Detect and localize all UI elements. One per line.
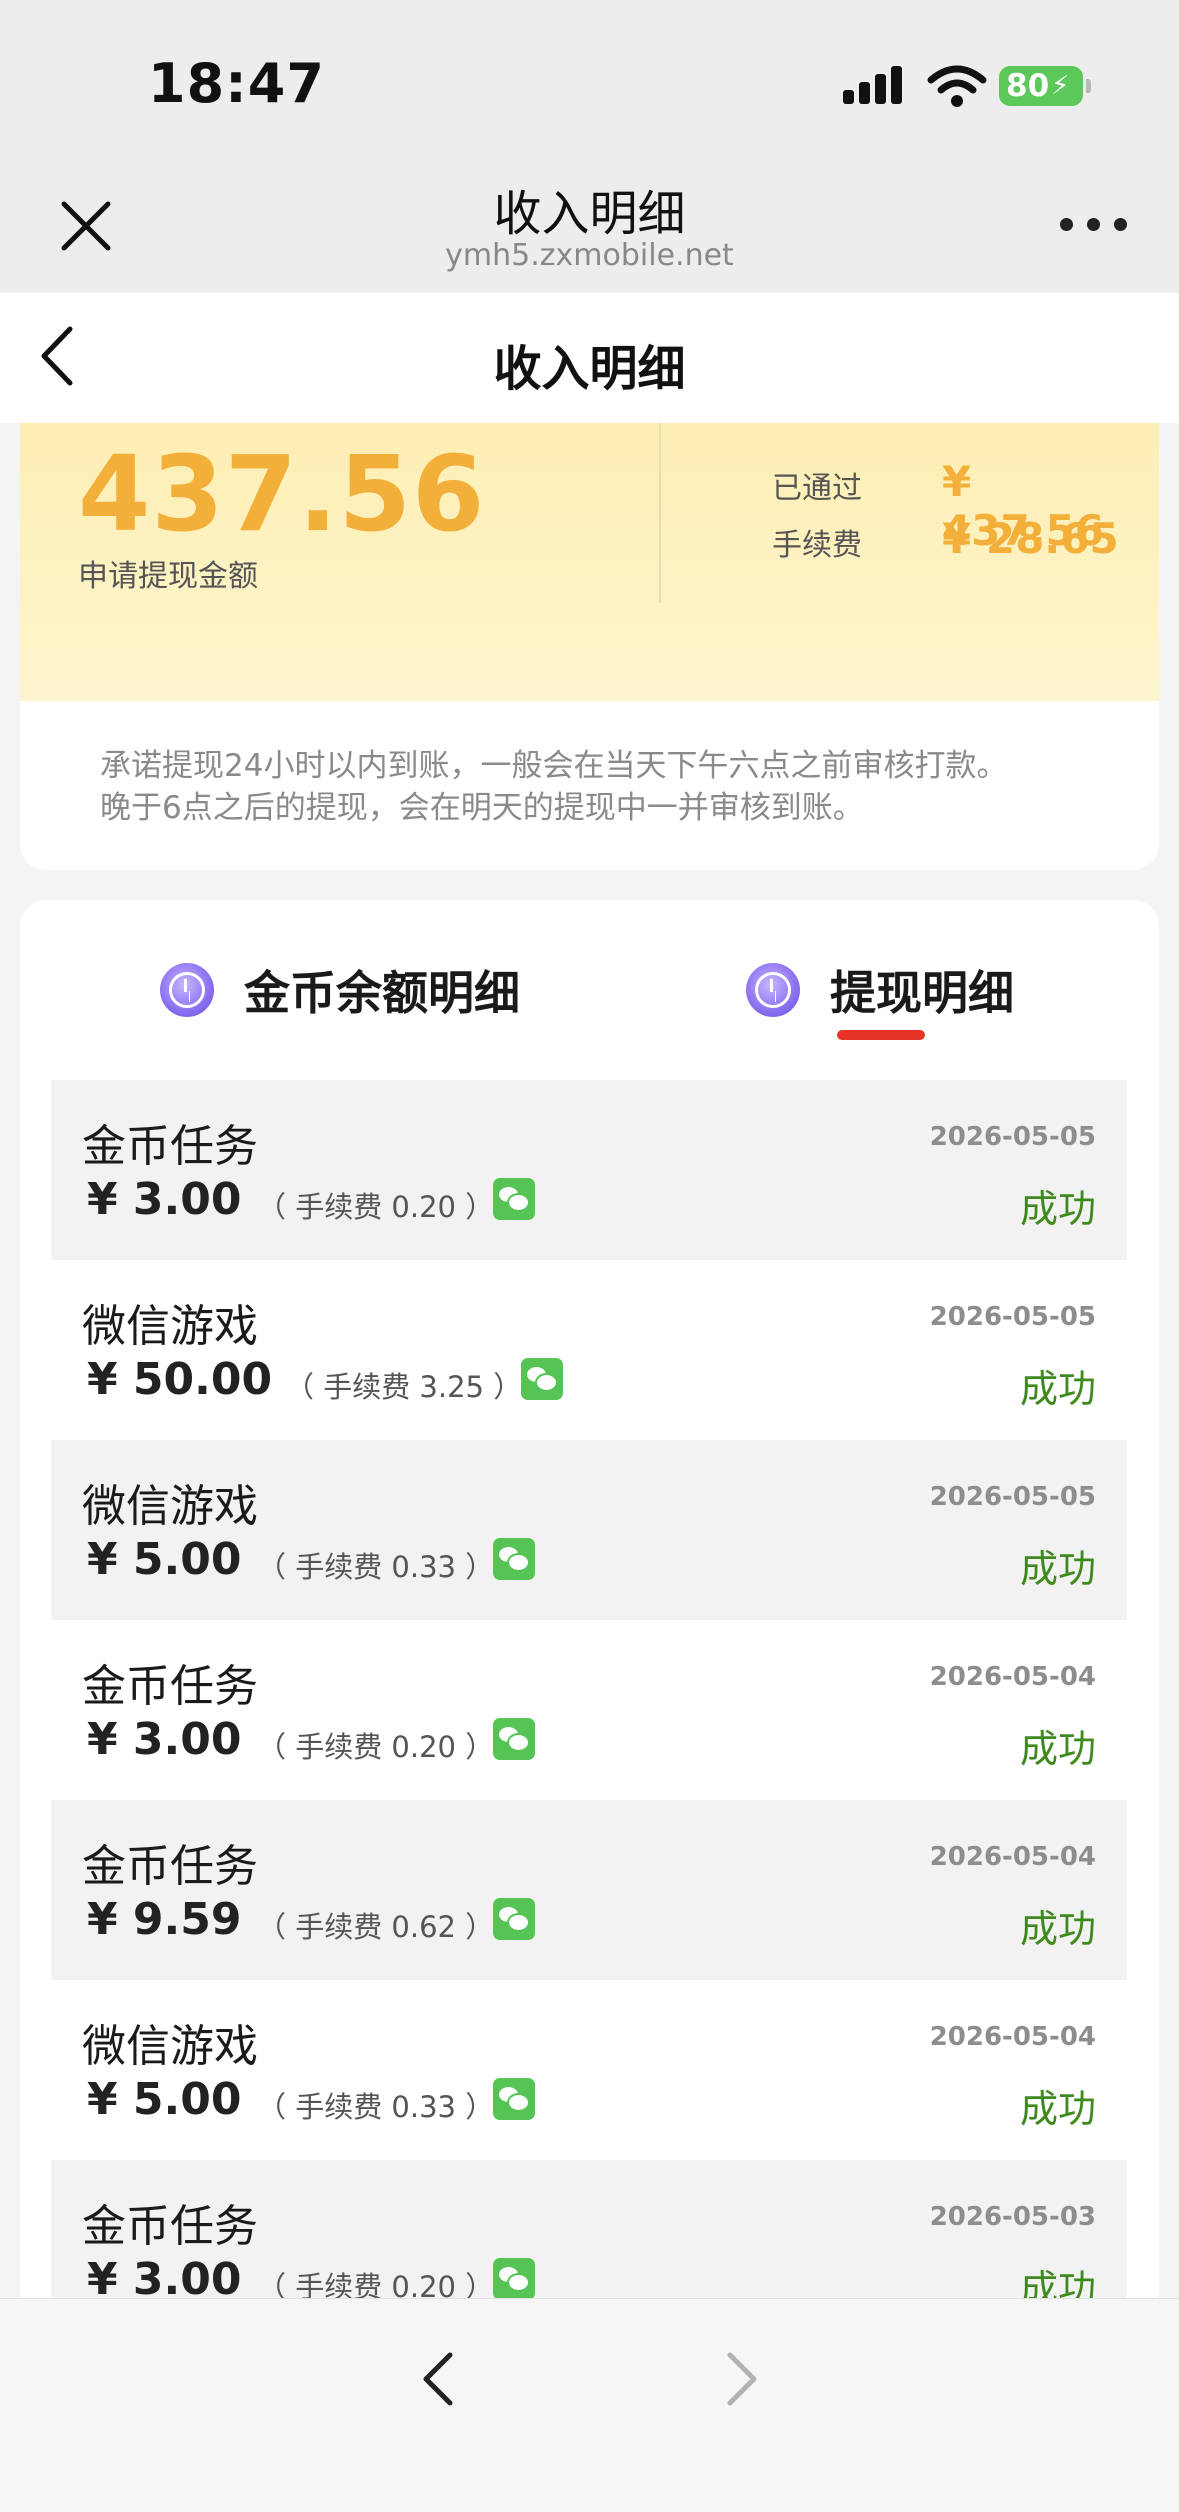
clock-icon (160, 963, 214, 1017)
fee-stat: 手续费 ¥ 28.65 (772, 514, 1132, 564)
withdraw-amount: 437.56 (78, 433, 486, 555)
approved-label: 已通过 (772, 471, 862, 506)
summary-card: 437.56 申请提现金额 已通过 ¥ 437.56 手续费 ¥ 28.65 承… (20, 423, 1159, 870)
tx-status: 成功 (1019, 2267, 1096, 2298)
fee-value: ¥ 28.65 (942, 514, 1119, 563)
tx-date: 2026-05-04 (929, 1662, 1096, 1692)
wechat-icon (493, 1718, 535, 1760)
tx-status: 成功 (1019, 2087, 1096, 2131)
list-item[interactable]: 金币任务 ¥ 3.00 （ 手续费 0.20 ） 2026-05-05 成功 (51, 1080, 1127, 1260)
content: 437.56 申请提现金额 已通过 ¥ 437.56 手续费 ¥ 28.65 承… (0, 423, 1179, 2298)
tx-date: 2026-05-05 (929, 1302, 1096, 1332)
tx-fee: （ 手续费 3.25 ） (285, 1370, 523, 1404)
wechat-icon (493, 1178, 535, 1220)
approved-stat: 已通过 ¥ 437.56 (772, 457, 1132, 555)
list-card: 金币余额明细 提现明细 金币任务 ¥ 3.00 （ 手续费 0.20 ） 202… (20, 900, 1159, 2298)
tx-date: 2026-05-05 (929, 1482, 1096, 1512)
tx-title: 金币任务 (82, 1661, 258, 1712)
page-header: 收入明细 (0, 293, 1179, 423)
tx-amount: ¥ 5.00 (87, 2074, 242, 2125)
tx-status: 成功 (1019, 1547, 1096, 1591)
notice-line-2: 晚于6点之后的提现，会在明天的提现中一并审核到账。 (100, 790, 864, 826)
browser-title: 收入明细 (493, 186, 686, 242)
transaction-list: 金币任务 ¥ 3.00 （ 手续费 0.20 ） 2026-05-05 成功 微… (51, 1080, 1127, 2298)
tx-fee: （ 手续费 0.20 ） (257, 1730, 495, 1764)
battery-icon: 80 ⚡ (999, 66, 1091, 106)
tx-fee: （ 手续费 0.33 ） (257, 1550, 495, 1584)
page-title: 收入明细 (493, 341, 686, 397)
status-bar: 18:47 80 ⚡ (0, 0, 1179, 160)
tx-date: 2026-05-04 (929, 1842, 1096, 1872)
tx-amount: ¥ 9.59 (87, 1894, 242, 1945)
fee-label: 手续费 (772, 528, 862, 563)
list-item[interactable]: 金币任务 ¥ 3.00 （ 手续费 0.20 ） 2026-05-03 成功 (51, 2160, 1127, 2298)
battery-level: 80 (1006, 68, 1050, 104)
more-icon[interactable] (1060, 218, 1130, 234)
withdraw-amount-label: 申请提现金额 (78, 559, 258, 594)
list-item[interactable]: 微信游戏 ¥ 50.00 （ 手续费 3.25 ） 2026-05-05 成功 (51, 1260, 1127, 1440)
tx-date: 2026-05-05 (929, 1122, 1096, 1152)
tx-title: 微信游戏 (82, 1301, 258, 1352)
tx-status: 成功 (1019, 1187, 1096, 1231)
tx-status: 成功 (1019, 1907, 1096, 1951)
wifi-icon (927, 65, 987, 107)
browser-url: ymh5.zxmobile.net (445, 238, 734, 273)
tx-status: 成功 (1019, 1727, 1096, 1771)
tx-fee: （ 手续费 0.62 ） (257, 1910, 495, 1944)
wechat-icon (493, 1538, 535, 1580)
tx-amount: ¥ 3.00 (87, 2254, 242, 2298)
tx-title: 金币任务 (82, 2201, 258, 2252)
list-item[interactable]: 微信游戏 ¥ 5.00 （ 手续费 0.33 ） 2026-05-05 成功 (51, 1440, 1127, 1620)
tx-amount: ¥ 5.00 (87, 1534, 242, 1585)
signal-icon (843, 64, 905, 108)
status-time: 18:47 (148, 52, 325, 115)
tx-date: 2026-05-03 (929, 2202, 1096, 2232)
tab-label: 金币余额明细 (244, 966, 520, 1020)
wechat-icon (493, 2258, 535, 2298)
tx-fee: （ 手续费 0.33 ） (257, 2090, 495, 2124)
wechat-icon (521, 1358, 563, 1400)
tx-title: 金币任务 (82, 1841, 258, 1892)
bottom-toolbar (0, 2298, 1179, 2512)
tx-title: 金币任务 (82, 1121, 258, 1172)
clock-icon (746, 963, 800, 1017)
tx-title: 微信游戏 (82, 2021, 258, 2072)
wechat-icon (493, 1898, 535, 1940)
active-tab-indicator (837, 1030, 925, 1040)
summary-divider (659, 423, 661, 603)
list-item[interactable]: 金币任务 ¥ 9.59 （ 手续费 0.62 ） 2026-05-04 成功 (51, 1800, 1127, 1980)
list-item[interactable]: 金币任务 ¥ 3.00 （ 手续费 0.20 ） 2026-05-04 成功 (51, 1620, 1127, 1800)
notice-box: 承诺提现24小时以内到账，一般会在当天下午六点之前审核打款。 晚于6点之后的提现… (20, 701, 1159, 870)
tab-coin-balance[interactable]: 金币余额明细 (160, 950, 520, 1030)
tx-title: 微信游戏 (82, 1481, 258, 1532)
tx-status: 成功 (1019, 1367, 1096, 1411)
tx-amount: ¥ 3.00 (87, 1174, 242, 1225)
tab-withdraw-details[interactable]: 提现明细 (746, 950, 1014, 1030)
tx-amount: ¥ 3.00 (87, 1714, 242, 1765)
nav-forward-icon[interactable] (722, 2349, 762, 2409)
nav-back-icon[interactable] (418, 2349, 458, 2409)
tx-amount: ¥ 50.00 (87, 1354, 273, 1405)
wechat-icon (493, 2078, 535, 2120)
list-item[interactable]: 微信游戏 ¥ 5.00 （ 手续费 0.33 ） 2026-05-04 成功 (51, 1980, 1127, 2160)
tab-label: 提现明细 (830, 966, 1014, 1020)
notice-line-1: 承诺提现24小时以内到账，一般会在当天下午六点之前审核打款。 (100, 748, 1008, 784)
tx-fee: （ 手续费 0.20 ） (257, 2270, 495, 2298)
tx-fee: （ 手续费 0.20 ） (257, 1190, 495, 1224)
tx-date: 2026-05-04 (929, 2022, 1096, 2052)
browser-nav-bar: 收入明细 ymh5.zxmobile.net (0, 160, 1179, 293)
